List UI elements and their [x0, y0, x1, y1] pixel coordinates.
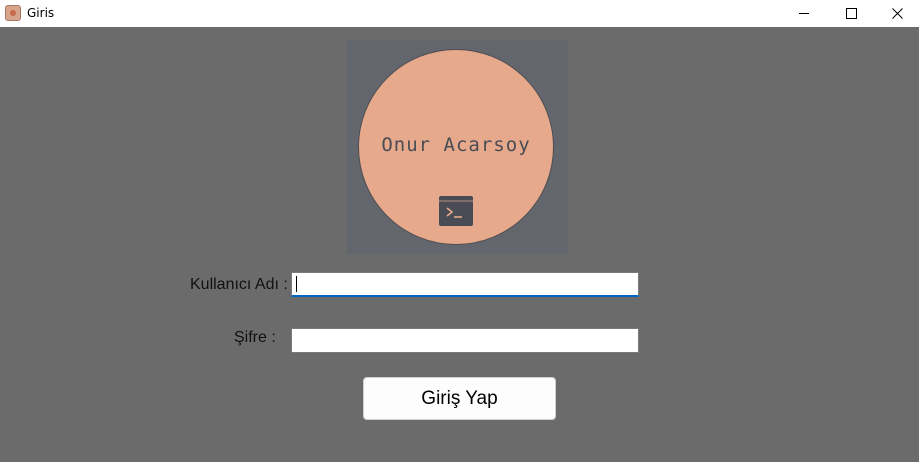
maximize-icon — [845, 8, 857, 19]
terminal-icon — [439, 196, 473, 226]
close-button[interactable] — [874, 0, 919, 27]
maximize-button[interactable] — [828, 0, 874, 27]
logo-text: Onur Acarsoy — [381, 134, 531, 156]
logo-image: Onur Acarsoy — [347, 40, 568, 254]
username-label: Kullanıcı Adı : — [190, 276, 288, 293]
text-caret — [296, 276, 297, 292]
minimize-button[interactable] — [781, 0, 827, 27]
password-input[interactable] — [291, 328, 639, 353]
login-button[interactable]: Giriş Yap — [363, 377, 556, 420]
username-input[interactable] — [291, 272, 639, 297]
title-bar: Giris — [0, 0, 919, 27]
password-label: Şifre : — [234, 329, 276, 346]
close-icon — [891, 8, 903, 19]
minimize-icon — [799, 13, 809, 14]
app-icon — [5, 5, 21, 21]
window-title: Giris — [27, 6, 55, 20]
